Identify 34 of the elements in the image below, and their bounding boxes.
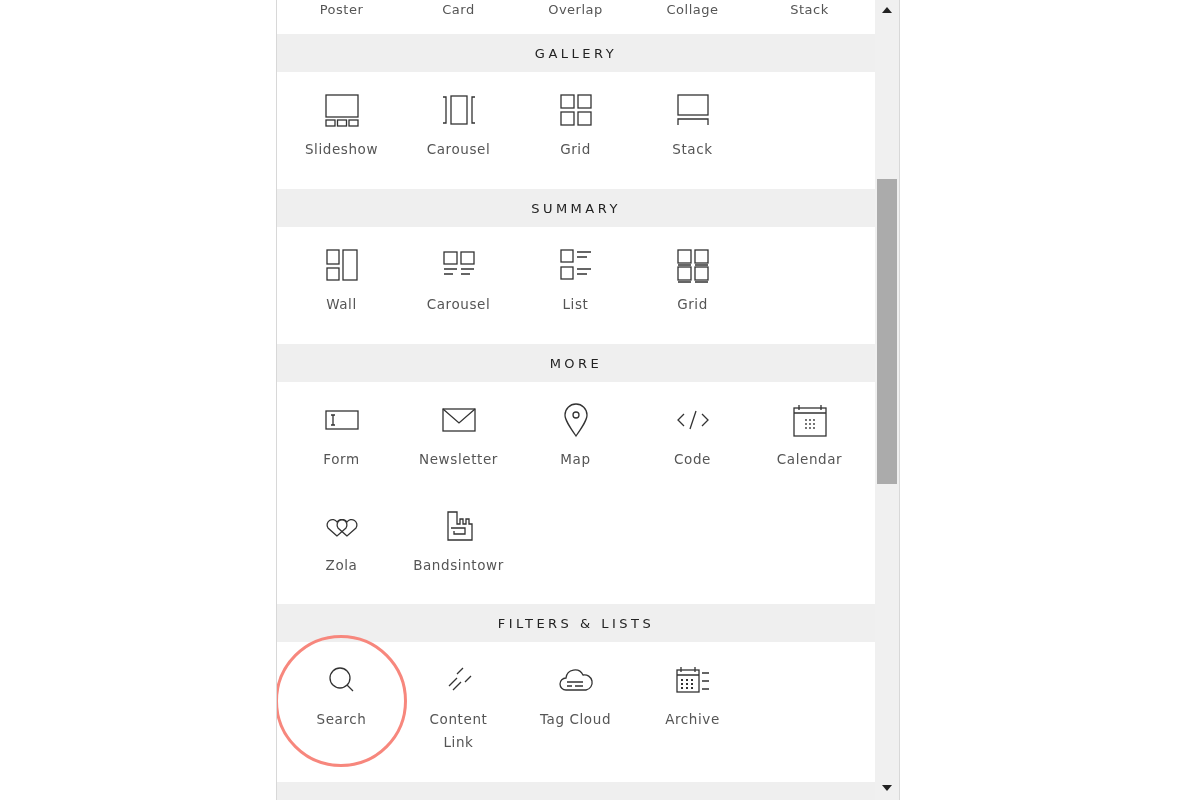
block-label[interactable]: Wall: [326, 293, 357, 316]
block-label[interactable]: Carousel: [426, 138, 491, 161]
calendar-icon: [790, 402, 829, 438]
block-label[interactable]: Content Link: [429, 708, 488, 754]
slideshow-icon: [322, 92, 361, 128]
block-label[interactable]: Calendar: [776, 448, 843, 471]
block-label[interactable]: Grid: [677, 293, 708, 316]
block-label[interactable]: Poster: [283, 2, 400, 34]
scroll-up-icon[interactable]: [882, 7, 892, 13]
section-title: MORE: [549, 355, 603, 371]
block-label[interactable]: Search: [316, 708, 367, 731]
scroll-down-icon[interactable]: [882, 785, 892, 791]
block-label[interactable]: Overlap: [517, 2, 634, 34]
block-label[interactable]: Card: [400, 2, 517, 34]
block-label[interactable]: Slideshow: [304, 138, 379, 161]
block-label[interactable]: Collage: [634, 2, 751, 34]
block-label[interactable]: Newsletter: [419, 448, 498, 471]
block-label[interactable]: Stack: [751, 2, 868, 34]
section-title: SUMMARY: [531, 200, 621, 216]
block-label[interactable]: Map: [560, 448, 591, 471]
block-label[interactable]: Grid: [560, 138, 591, 161]
block-label[interactable]: Zola: [325, 554, 358, 577]
block-label[interactable]: Archive: [665, 708, 720, 731]
block-label[interactable]: List: [562, 293, 589, 316]
block-label[interactable]: Carousel: [426, 293, 491, 316]
scroll-thumb[interactable]: [877, 179, 897, 484]
block-label[interactable]: Form: [323, 448, 360, 471]
section-title: GALLERY: [534, 45, 618, 61]
block-label[interactable]: Tag Cloud: [539, 708, 612, 731]
block-label[interactable]: Bandsintowr: [413, 554, 504, 577]
block-label[interactable]: Code: [674, 448, 711, 471]
section-title: FILTERS & LISTS: [497, 615, 655, 631]
block-label[interactable]: Stack: [672, 138, 713, 161]
scrollbar[interactable]: [875, 0, 899, 800]
